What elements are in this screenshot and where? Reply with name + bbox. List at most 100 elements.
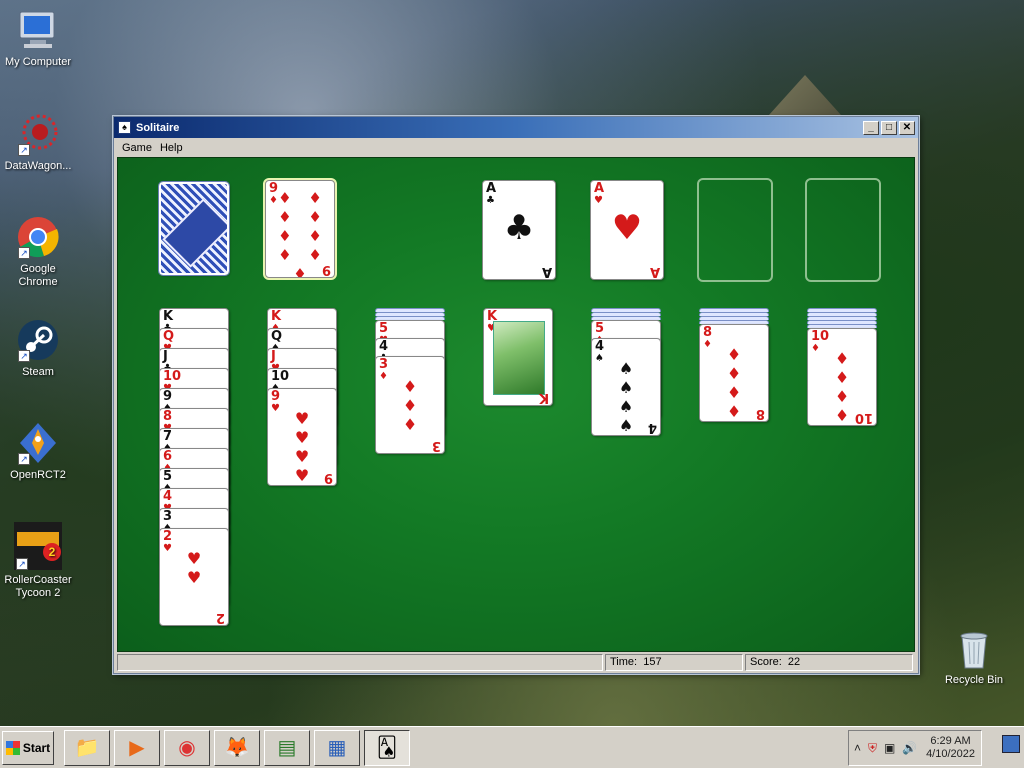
card-rank: 7 xyxy=(163,429,173,444)
desktop-icon-rollercoaster-tycoon-2[interactable]: 2 ↗ RollerCoaster Tycoon 2 xyxy=(0,522,76,600)
card-suit: ♦ xyxy=(379,371,388,382)
taskbar-file-explorer[interactable]: 📁 xyxy=(64,729,110,766)
taskbar-terminal[interactable]: ▤ xyxy=(264,729,310,766)
score-label: Score: xyxy=(750,656,782,668)
title-bar[interactable]: ♠ Solitaire _ □ ✕ xyxy=(114,117,918,138)
system-tray: ˄ ⛨ ▣ 🔊 6:29 AM 4/10/2022 xyxy=(848,730,982,766)
tableau-card[interactable]: K ♥ K xyxy=(483,308,553,406)
solitaire-window: ♠ Solitaire _ □ ✕ Game Help 9 ♦ ♦ ♦ ♦ ♦ … xyxy=(113,116,919,674)
foundation-3-empty[interactable] xyxy=(697,178,773,282)
tableau-card[interactable]: 4 ♠ ♠ ♠ ♠ ♠ 4 xyxy=(591,338,661,436)
card-pips: ♦ ♦ ♦ ♦ ♦ ♦ ♦ ♦ ♦ xyxy=(278,189,322,278)
card-rank: 5 xyxy=(163,469,173,484)
taskbar-solitaire[interactable]: 🂡 xyxy=(364,729,410,766)
foundation-2[interactable]: A ♥ ♥ A xyxy=(590,180,664,280)
tableau-card[interactable]: 10♦♦ ♦ ♦ ♦ ♦ ♦ ♦ ♦ ♦ ♦10 xyxy=(807,328,877,426)
card-rank-bottom: 9 xyxy=(323,470,333,485)
card-rank-bottom: A xyxy=(541,264,552,279)
desktop-icon-label: My Computer xyxy=(4,56,72,68)
card-rank: K xyxy=(163,309,174,324)
firefox-icon: 🦊 xyxy=(224,737,250,759)
menu-help[interactable]: Help xyxy=(156,142,187,154)
card-pips: ♥ ♥ xyxy=(186,549,202,587)
taskbar-firefox[interactable]: 🦊 xyxy=(214,729,260,766)
windows-logo-icon xyxy=(5,740,20,755)
card-suit: ♦ xyxy=(811,343,820,354)
taskbar-media-player[interactable]: ▶ xyxy=(114,729,160,766)
tableau-card[interactable]: 2 ♥ ♥ ♥ 2 xyxy=(159,528,229,626)
desktop-icon-openrct2[interactable]: ↗ OpenRCT2 xyxy=(0,421,76,482)
card-pips: ♦ ♦ ♦ ♦ ♦ ♦ ♦ ♦ xyxy=(726,345,742,421)
foundation-1[interactable]: A ♣ ♣ A xyxy=(482,180,556,280)
card-rank: 4 xyxy=(163,489,173,504)
minimize-button[interactable]: _ xyxy=(863,120,879,135)
card-rank-bottom: 3 xyxy=(431,438,441,453)
card-rank: 8 xyxy=(703,325,713,340)
clock[interactable]: 6:29 AM 4/10/2022 xyxy=(926,735,981,761)
svg-text:2: 2 xyxy=(49,545,56,559)
card-suit: ♥ xyxy=(163,543,172,554)
desktop-icon-datawagon[interactable]: ↗ DataWagon... xyxy=(0,112,76,173)
card-rank-bottom: 4 xyxy=(647,420,657,435)
card-rank: 9 xyxy=(163,389,173,404)
computer-icon xyxy=(16,8,60,52)
menu-bar: Game Help xyxy=(114,138,918,157)
taskbar-chrome[interactable]: ◉ xyxy=(164,729,210,766)
desktop-icon-google-chrome[interactable]: ↗ Google Chrome xyxy=(0,215,76,289)
time-value: 157 xyxy=(643,656,662,668)
desktop-icon-label: DataWagon... xyxy=(4,160,72,172)
clock-date: 4/10/2022 xyxy=(926,748,975,760)
volume-icon[interactable]: 🔊 xyxy=(902,741,917,755)
rocket-icon: ↗ xyxy=(16,421,60,465)
card-rank: 5 xyxy=(595,321,605,336)
card-rank: 9 xyxy=(271,389,281,404)
card-rank: 8 xyxy=(163,409,173,424)
show-desktop-button[interactable] xyxy=(1002,735,1020,753)
start-button[interactable]: Start xyxy=(2,730,54,765)
card-suit: ♥ xyxy=(594,195,603,206)
score-value: 22 xyxy=(787,656,801,668)
terminal-icon: ▤ xyxy=(277,737,297,759)
waste-card[interactable]: 9 ♦ ♦ ♦ ♦ ♦ ♦ ♦ ♦ ♦ ♦ 9 xyxy=(265,180,335,278)
card-rank-bottom: A xyxy=(649,264,660,279)
card-rank: A xyxy=(486,181,497,196)
menu-game[interactable]: Game xyxy=(118,142,156,154)
taskbar-control-panel[interactable]: ▦ xyxy=(314,729,360,766)
clock-time: 6:29 AM xyxy=(930,735,971,747)
card-rank: 3 xyxy=(163,509,173,524)
shortcut-arrow-icon: ↗ xyxy=(18,453,30,465)
game-board: 9 ♦ ♦ ♦ ♦ ♦ ♦ ♦ ♦ ♦ ♦ 9 A ♣ ♣ A A ♥ ♥ A … xyxy=(117,157,915,652)
card-pips: ♥ ♥ ♥ ♥ ♥ ♥ ♥ ♥ ♥ xyxy=(294,409,310,485)
tableau-card[interactable]: 3 ♦ ♦ ♦ ♦ 3 xyxy=(375,356,445,454)
security-alert-icon[interactable]: ⛨ xyxy=(868,741,877,756)
taskbar: Start 📁 ▶ ◉ 🦊 ▤ ▦ 🂡 ˄ ⛨ ▣ 🔊 6:29 AM 4/10… xyxy=(0,726,1024,768)
king-face-illustration xyxy=(493,321,545,395)
card-rank: J xyxy=(163,349,168,364)
club-icon: ♣ xyxy=(503,208,535,248)
maximize-button[interactable]: □ xyxy=(881,120,897,135)
tray-expand-icon[interactable]: ˄ xyxy=(854,741,861,755)
card-rank: 5 xyxy=(379,321,389,336)
card-rank: 4 xyxy=(379,339,389,354)
desktop-icon-label: Steam xyxy=(22,366,54,378)
desktop-icon-steam[interactable]: ↗ Steam xyxy=(0,318,76,379)
tableau-card[interactable]: 8♦♦ ♦ ♦ ♦ ♦ ♦ ♦ ♦8 xyxy=(699,324,769,422)
card-pips: ♠ ♠ ♠ ♠ xyxy=(618,359,634,435)
card-rank: A xyxy=(594,181,605,196)
solitaire-icon: 🂡 xyxy=(376,737,398,759)
window-title: Solitaire xyxy=(136,121,180,134)
close-button[interactable]: ✕ xyxy=(899,120,915,135)
card-rank: 2 xyxy=(163,529,173,544)
foundation-4-empty[interactable] xyxy=(805,178,881,282)
datawagon-icon: ↗ xyxy=(16,112,60,156)
tableau-card[interactable]: 9♥♥ ♥ ♥ ♥ ♥ ♥ ♥ ♥ ♥9 xyxy=(267,388,337,486)
stock-pile[interactable] xyxy=(158,181,230,276)
shortcut-arrow-icon: ↗ xyxy=(18,144,30,156)
window-controls: _ □ ✕ xyxy=(863,120,915,135)
card-rank: 4 xyxy=(595,339,605,354)
card-suit: ♦ xyxy=(269,195,278,206)
chrome-icon: ◉ xyxy=(178,737,196,759)
desktop-icon-my-computer[interactable]: My Computer xyxy=(0,8,76,69)
network-icon[interactable]: ▣ xyxy=(884,741,895,755)
desktop-icon-recycle-bin[interactable]: Recycle Bin xyxy=(936,626,1012,687)
